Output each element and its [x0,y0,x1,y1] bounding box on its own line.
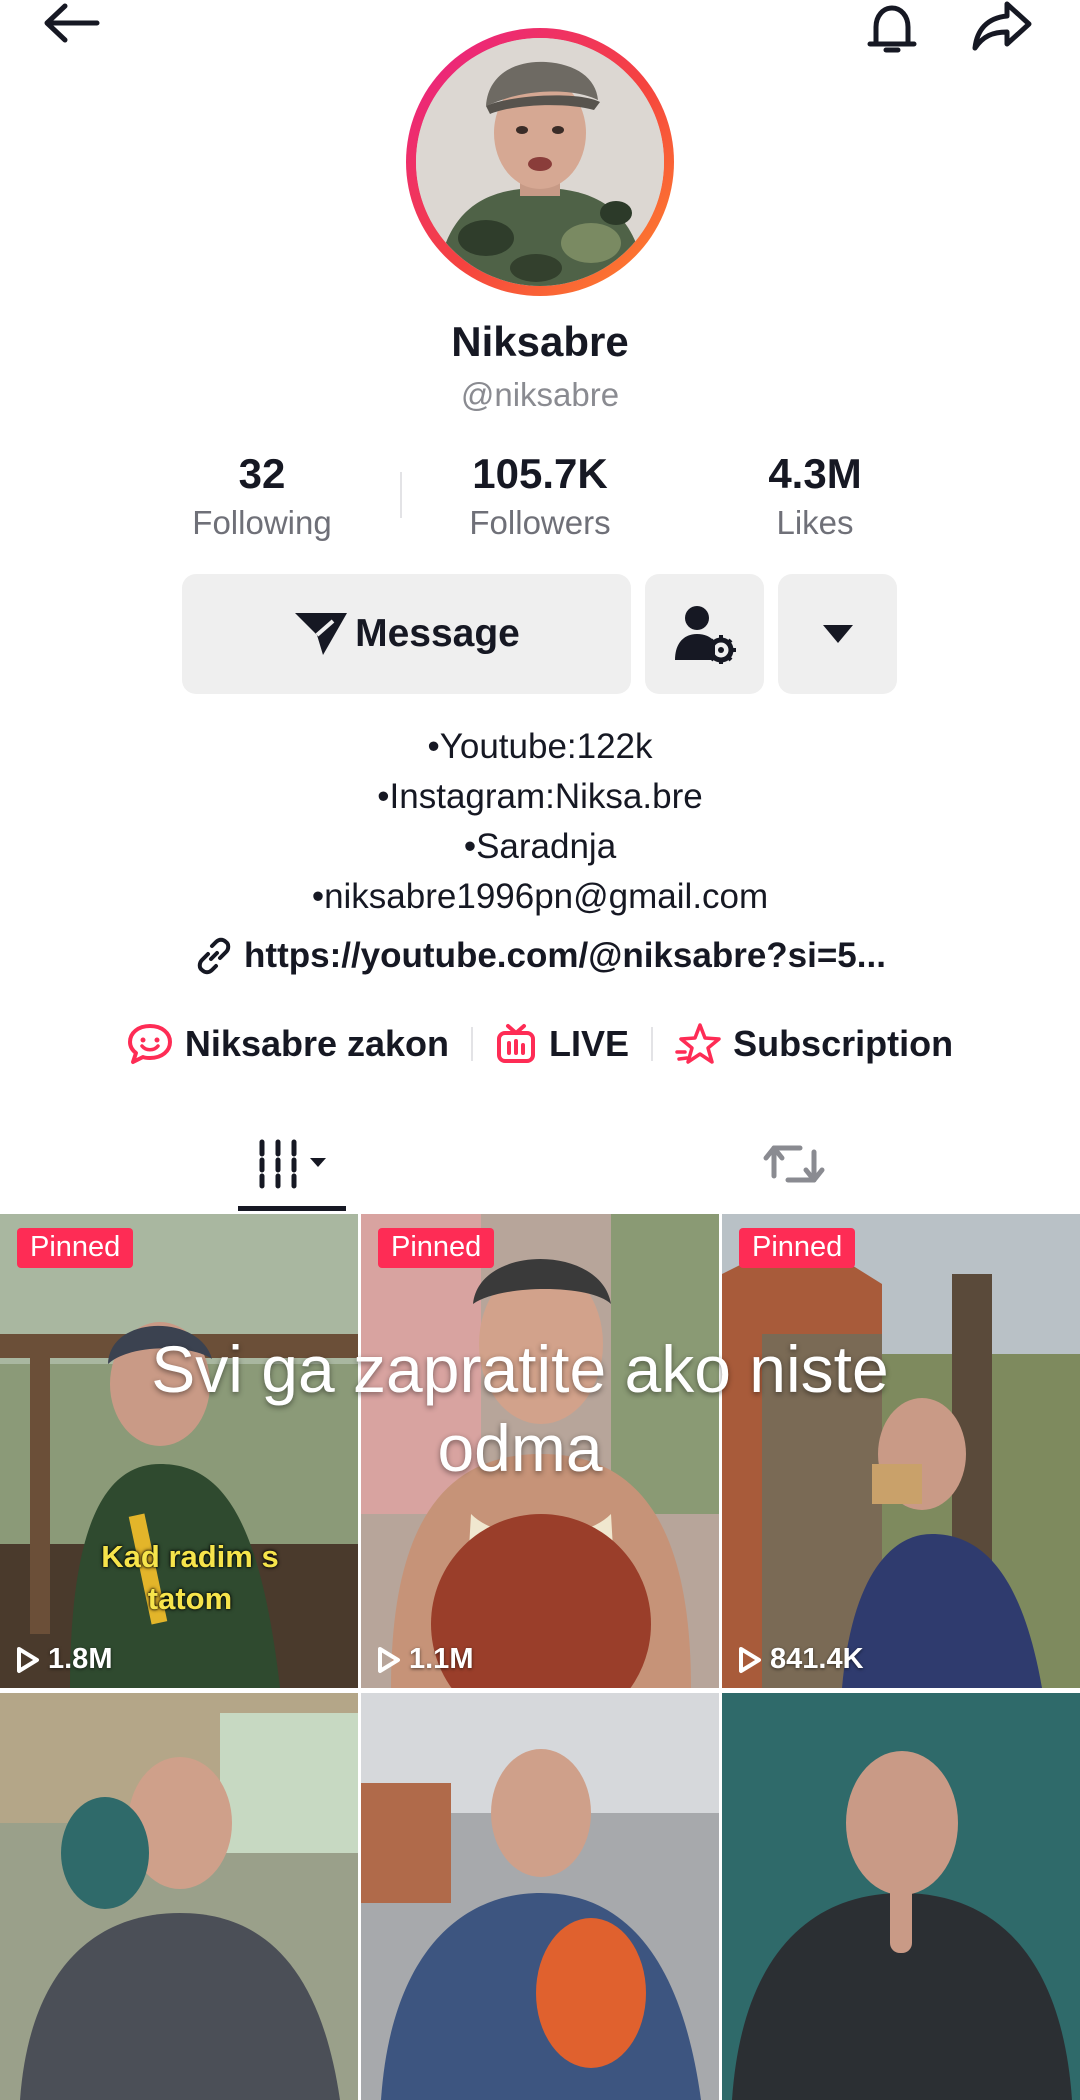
send-icon [295,613,348,655]
avatar-story-ring[interactable] [406,28,674,296]
subscription-chip-label: Subscription [733,1023,954,1064]
view-count: 1.1M [377,1643,473,1676]
bio-line: •Saradnja [463,827,617,866]
display-name: Niksabre [451,318,629,365]
play-icon [378,1646,400,1673]
video-tile[interactable] [722,1693,1080,2100]
video-tile[interactable] [361,1693,719,2100]
live-tv-icon [497,1024,536,1063]
likes-count: 4.3M [768,450,862,497]
play-icon [17,1646,39,1673]
bio-line: •Youtube:122k [427,727,653,766]
live-chip-label: LIVE [549,1023,630,1064]
video-thumbnail [361,1693,719,2100]
video-grid-icon [259,1139,326,1189]
live-chip[interactable]: LIVE [473,1023,651,1065]
video-thumbnail [722,1693,1080,2100]
username: @niksabre [460,376,620,413]
view-count-text: 1.1M [409,1643,474,1675]
profile-chips-row: Niksabre zakon LIVE Subscription [0,1022,1080,1066]
video-caption-line: tatom [147,1580,233,1616]
stat-divider [400,472,402,518]
link-icon [197,937,231,975]
pinned-badge: Pinned [739,1228,856,1268]
subscription-chip[interactable]: Subscription [653,1022,975,1066]
tab-videos[interactable] [238,1124,346,1204]
group-chat-icon [127,1024,172,1064]
user-settings-icon [674,606,736,664]
bio-link-text: https://youtube.com/@niksabre?si=5... [244,936,886,975]
overlay-line: odma [437,1411,603,1486]
back-arrow-icon [44,3,100,43]
share-button[interactable] [967,0,1037,51]
overlay-line: Svi ga zapratite ako niste [151,1332,889,1406]
bio-line: •Instagram:Niksa.bre [377,777,703,816]
pinned-badge: Pinned [17,1228,134,1268]
avatar [416,38,664,286]
more-options-dropdown[interactable] [778,574,897,694]
stat-followers[interactable]: 105.7K Followers [440,450,640,542]
active-tab-indicator [238,1206,346,1211]
video-thumbnail [0,1693,358,2100]
message-button[interactable]: Message [182,574,631,694]
view-count-text: 1.8M [48,1643,113,1675]
likes-label: Likes [776,504,854,541]
play-icon [739,1646,761,1673]
follow-settings-button[interactable] [645,574,764,694]
avatar-photo [416,38,664,286]
bell-icon [867,5,917,53]
view-count: 841.4K [738,1643,864,1676]
caret-down-icon [822,625,853,643]
stat-likes[interactable]: 4.3M Likes [730,450,900,542]
back-button[interactable] [36,0,106,50]
subscription-star-icon [675,1023,721,1064]
notification-bell-button[interactable] [857,0,927,53]
bio-line: •niksabre1996pn@gmail.com [311,877,769,916]
pinned-badge: Pinned [378,1228,495,1268]
group-chat-chip-label: Niksabre zakon [184,1023,450,1064]
share-arrow-icon [972,1,1032,51]
tab-reposts[interactable] [740,1124,848,1204]
followers-count: 105.7K [472,450,608,497]
group-chat-chip[interactable]: Niksabre zakon [105,1023,471,1065]
view-count-text: 841.4K [770,1643,864,1675]
video-tile[interactable] [0,1693,358,2100]
following-count: 32 [238,450,286,497]
message-button-label: Message [355,612,520,655]
video-overlay-text: Svi ga zapratite ako niste odma [0,1330,1040,1488]
followers-label: Followers [469,504,611,541]
video-caption-line: Kad radim s [101,1539,279,1574]
bio-link[interactable]: https://youtube.com/@niksabre?si=5... [0,936,1080,976]
view-count: 1.8M [16,1643,112,1676]
repost-icon [763,1145,825,1183]
following-label: Following [192,504,332,541]
stat-following[interactable]: 32 Following [172,450,352,542]
video-caption: Kad radim s tatom [40,1536,340,1620]
